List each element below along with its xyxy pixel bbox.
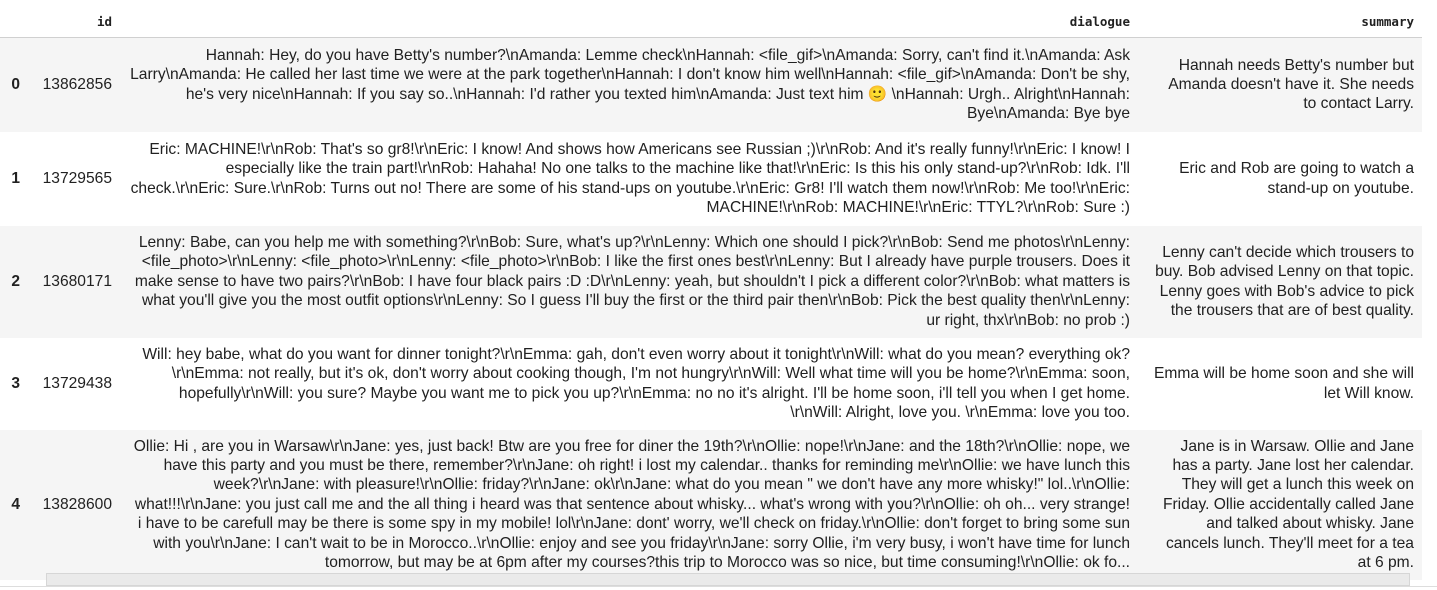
row-index: 3 xyxy=(11,374,20,392)
id-cell: 13862856 xyxy=(42,76,112,94)
summary-cell: Emma will be home soon and she will let … xyxy=(1153,365,1414,402)
dialogue-cell: Will: hey babe, what do you want for din… xyxy=(142,345,1130,421)
table-row: 2 13680171 Lenny: Babe, can you help me … xyxy=(0,225,1422,338)
summary-cell: Eric and Rob are going to watch a stand-… xyxy=(1179,160,1414,197)
table-body: 0 13862856 Hannah: Hey, do you have Bett… xyxy=(0,37,1422,580)
row-index: 0 xyxy=(11,75,20,93)
row-index: 4 xyxy=(11,495,20,513)
summary-column-header: summary xyxy=(1138,0,1422,38)
output-bottom-divider xyxy=(0,586,1437,587)
id-cell: 13729438 xyxy=(42,374,112,392)
summary-cell: Lenny can't decide which trousers to buy… xyxy=(1155,243,1414,319)
table-header: id dialogue summary xyxy=(0,0,1422,38)
summary-cell: Jane is in Warsaw. Ollie and Jane has a … xyxy=(1162,437,1414,572)
dialogue-cell: Hannah: Hey, do you have Betty's number?… xyxy=(130,46,1130,123)
dialogue-cell: Ollie: Hi , are you in Warsaw\r\nJane: y… xyxy=(133,437,1130,572)
dialogue-cell: Lenny: Babe, can you help me with someth… xyxy=(134,233,1130,329)
horizontal-scrollbar[interactable] xyxy=(46,573,1410,586)
table-row: 0 13862856 Hannah: Hey, do you have Bett… xyxy=(0,37,1422,132)
header-row: id dialogue summary xyxy=(0,0,1422,38)
id-cell: 13729565 xyxy=(42,169,112,187)
row-index: 1 xyxy=(11,169,20,187)
row-index: 2 xyxy=(11,272,20,290)
table-row: 1 13729565 Eric: MACHINE!\r\nRob: That's… xyxy=(0,131,1422,226)
id-cell: 13828600 xyxy=(42,495,112,513)
table-row: 3 13729438 Will: hey babe, what do you w… xyxy=(0,337,1422,430)
dataframe-table-container: id dialogue summary 0 13862856 Hannah: H… xyxy=(0,0,1437,580)
table-row: 4 13828600 Ollie: Hi , are you in Warsaw… xyxy=(0,429,1422,580)
dataframe-table: id dialogue summary 0 13862856 Hannah: H… xyxy=(0,0,1422,580)
index-column-header xyxy=(0,0,24,38)
dialogue-column-header: dialogue xyxy=(120,0,1138,38)
dialogue-cell: Eric: MACHINE!\r\nRob: That's so gr8!\r\… xyxy=(130,140,1130,216)
id-cell: 13680171 xyxy=(42,272,112,290)
id-column-header: id xyxy=(24,0,120,38)
summary-cell: Hannah needs Betty's number but Amanda d… xyxy=(1168,56,1414,113)
